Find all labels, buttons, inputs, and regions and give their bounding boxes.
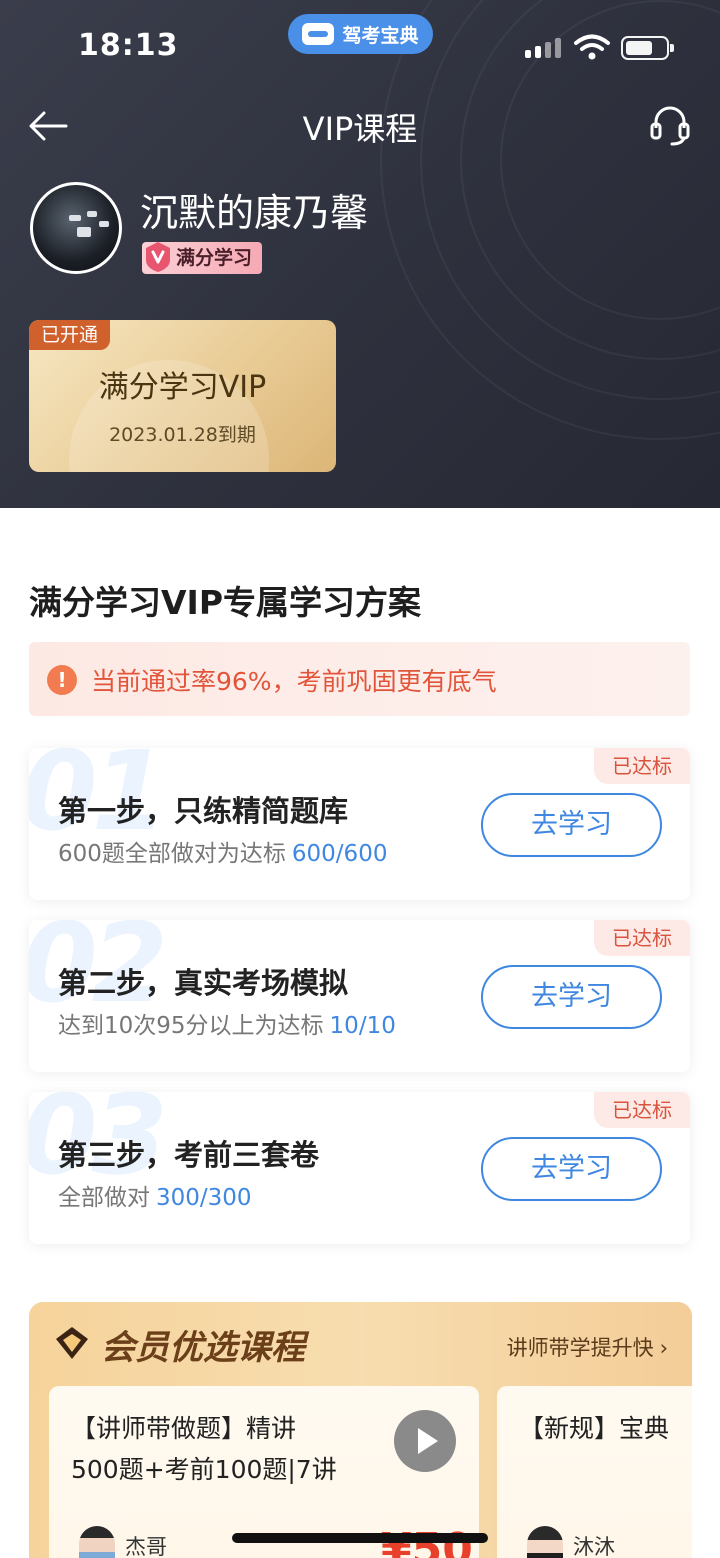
play-icon[interactable] xyxy=(394,1410,456,1472)
header-hero: 18:13 驾考宝典 VIP课程 沉默的康乃馨 满分学习 已开通 满分学习VIP… xyxy=(0,0,720,508)
diamond-icon xyxy=(56,1327,88,1359)
step-title: 第三步，考前三套卷 xyxy=(58,1138,320,1172)
activated-tag: 已开通 xyxy=(29,320,111,350)
step-description: 600题全部做对为达标 600/600 xyxy=(58,841,388,867)
app-return-label: 驾考宝典 xyxy=(342,24,419,47)
exclamation-icon: ! xyxy=(47,665,77,695)
avatar[interactable] xyxy=(30,182,122,274)
wifi-icon xyxy=(574,34,610,60)
plan-title: 满分学习VIP专属学习方案 xyxy=(29,583,422,622)
course-title: 【新规】宝典 xyxy=(519,1414,670,1443)
step-progress: 10/10 xyxy=(329,1013,396,1039)
achieved-tag: 已达标 xyxy=(594,748,690,784)
step-description: 达到10次95分以上为达标 10/10 xyxy=(58,1013,396,1039)
page-title: VIP课程 xyxy=(302,110,418,148)
teacher-info: 沐沐 xyxy=(527,1526,615,1558)
app-return-pill[interactable]: 驾考宝典 xyxy=(288,14,433,54)
member-title: 会员优选课程 xyxy=(101,1328,305,1368)
alert-text: 当前通过率96%，考前巩固更有底气 xyxy=(91,667,497,696)
course-title: 【讲师带做题】精讲 500题+考前100题|7讲 xyxy=(71,1414,337,1484)
username: 沉默的康乃馨 xyxy=(140,191,369,235)
user-profile: 沉默的康乃馨 满分学习 xyxy=(30,182,690,282)
go-study-button[interactable]: 去学习 xyxy=(481,965,662,1029)
status-time: 18:13 xyxy=(78,28,179,63)
step-progress: 300/300 xyxy=(156,1185,252,1211)
step-progress: 600/600 xyxy=(291,841,388,867)
home-indicator xyxy=(232,1533,488,1543)
teacher-study-link[interactable]: 讲师带学提升快 › xyxy=(507,1332,668,1362)
teacher-info: 杰哥 xyxy=(79,1526,167,1558)
achieved-tag: 已达标 xyxy=(594,1092,690,1128)
teacher-avatar xyxy=(527,1526,563,1558)
achieved-tag: 已达标 xyxy=(594,920,690,956)
chevron-right-icon: › xyxy=(659,1336,668,1360)
customer-service-icon[interactable] xyxy=(648,102,692,148)
study-step-1: 01 第一步，只练精简题库 600题全部做对为达标 600/600 已达标 去学习 xyxy=(29,748,690,900)
vip-membership-card[interactable]: 已开通 满分学习VIP 2023.01.28到期 xyxy=(29,320,336,472)
vip-name: 满分学习VIP xyxy=(98,370,267,405)
go-study-button[interactable]: 去学习 xyxy=(481,793,662,857)
badge-label: 满分学习 xyxy=(176,247,253,269)
step-title: 第一步，只练精简题库 xyxy=(58,794,349,828)
pass-rate-alert: ! 当前通过率96%，考前巩固更有底气 xyxy=(29,642,690,716)
nav-bar: VIP课程 xyxy=(0,96,720,156)
teacher-name: 沐沐 xyxy=(573,1535,615,1558)
step-description: 全部做对 300/300 xyxy=(58,1185,252,1211)
study-step-2: 02 第二步，真实考场模拟 达到10次95分以上为达标 10/10 已达标 去学习 xyxy=(29,920,690,1072)
battery-icon xyxy=(621,36,674,60)
vip-badge: 满分学习 xyxy=(142,242,263,274)
vip-expiry: 2023.01.28到期 xyxy=(109,424,256,446)
go-study-button[interactable]: 去学习 xyxy=(481,1137,662,1201)
vip-shield-icon xyxy=(146,242,170,272)
study-step-3: 03 第三步，考前三套卷 全部做对 300/300 已达标 去学习 xyxy=(29,1092,690,1244)
member-courses-panel: 会员优选课程 讲师带学提升快 › 【讲师带做题】精讲 500题+考前100题|7讲… xyxy=(29,1302,692,1558)
course-card[interactable]: 【新规】宝典 沐沐 xyxy=(497,1386,692,1558)
teacher-avatar xyxy=(79,1526,115,1558)
teacher-name: 杰哥 xyxy=(125,1535,167,1558)
car-icon xyxy=(302,23,335,45)
step-title: 第二步，真实考场模拟 xyxy=(58,966,349,1000)
signal-icon xyxy=(525,38,561,58)
status-bar: 18:13 驾考宝典 xyxy=(0,0,720,90)
